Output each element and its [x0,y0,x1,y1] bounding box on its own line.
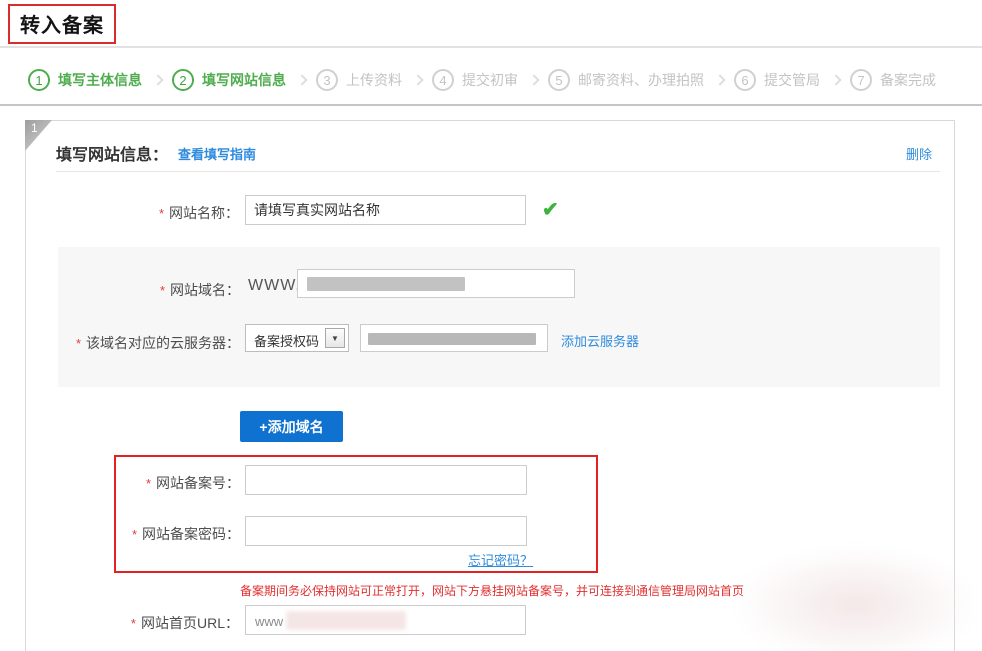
blurred-watermark [738,549,973,651]
chevron-right-icon [296,74,307,85]
step-number-badge: 4 [432,69,454,91]
label-text: 网站名称： [169,205,239,221]
domain-www-prefix: WWW. [248,277,301,295]
filing-number-label: * 网站备案号： [116,473,240,493]
forgot-password-link[interactable]: 忘记密码？ [468,550,533,569]
filing-password-input[interactable] [245,516,527,546]
step-4-submit-first-review: 4 提交初审 [432,69,518,91]
chevron-right-icon [412,74,423,85]
delete-link[interactable]: 删除 [906,144,932,163]
filing-notice-text: 备案期间务必保持网站可正常打开，网站下方悬挂网站备案号，并可连接到通信管理局网站… [240,582,744,599]
required-asterisk: * [131,616,136,631]
redacted-domain-value [307,277,465,291]
homepage-url-input[interactable]: www [245,605,526,635]
chevron-right-icon [528,74,539,85]
step-label: 提交管局 [764,70,820,90]
label-text: 网站首页URL： [141,615,239,631]
step-number-badge: 7 [850,69,872,91]
domain-server-section: * 网站域名： WWW. * 该域名对应的云服务器： 备案授权码 ▼ 添加云服务器 [58,247,940,387]
cloud-server-label: * 该域名对应的云服务器： [58,333,240,353]
page-title: 转入备案 [8,4,116,44]
redacted-url-value [286,611,406,630]
panel-heading: 填写网站信息： [56,141,168,165]
step-label: 提交初审 [462,70,518,90]
chevron-right-icon [714,74,725,85]
server-type-select[interactable]: 备案授权码 ▼ [245,324,349,352]
step-6-submit-authority: 6 提交管局 [734,69,820,91]
step-number-badge: 3 [316,69,338,91]
arrow-glyph: ▼ [331,334,339,343]
step-number-badge: 5 [548,69,570,91]
stepper-divider [0,104,982,106]
filing-progress-stepper: 1 填写主体信息 2 填写网站信息 3 上传资料 4 提交初审 5 邮寄资料、办… [28,63,936,97]
step-7-filing-complete: 7 备案完成 [850,69,936,91]
url-www-text: www [255,614,283,629]
step-5-mail-materials-photo: 5 邮寄资料、办理拍照 [548,69,704,91]
step-label: 备案完成 [880,70,936,90]
chevron-right-icon [830,74,841,85]
step-number-badge: 2 [172,69,194,91]
step-2-fill-website-info: 2 填写网站信息 [172,69,286,91]
select-selected-value: 备案授权码 [254,331,319,350]
step-label: 邮寄资料、办理拍照 [578,70,704,90]
label-text: 网站域名： [170,282,240,298]
required-asterisk: * [146,476,151,491]
site-name-input[interactable] [245,195,526,225]
required-asterisk: * [76,336,81,351]
step-label: 填写主体信息 [58,70,142,90]
filing-password-label: * 网站备案密码： [116,524,240,544]
homepage-url-label: * 网站首页URL： [26,613,239,633]
label-text: 网站备案密码： [142,526,240,542]
filing-number-input[interactable] [245,465,527,495]
redacted-authorization-code [368,333,536,345]
step-number-badge: 1 [28,69,50,91]
required-asterisk: * [159,206,164,221]
step-label: 填写网站信息 [202,70,286,90]
step-label: 上传资料 [346,70,402,90]
domain-label: * 网站域名： [58,280,240,300]
domain-input[interactable] [297,269,575,298]
panel-index-badge: 1 [25,120,52,151]
label-text: 该域名对应的云服务器： [86,335,240,351]
title-divider [0,46,982,48]
valid-check-icon: ✔ [542,197,559,222]
required-asterisk: * [160,283,165,298]
step-number-badge: 6 [734,69,756,91]
add-cloud-server-link[interactable]: 添加云服务器 [561,331,639,350]
required-asterisk: * [132,527,137,542]
panel-header-divider [56,171,940,172]
dropdown-arrow-icon[interactable]: ▼ [325,328,345,348]
authorization-code-input[interactable] [360,324,548,352]
chevron-right-icon [152,74,163,85]
filing-credentials-highlight-box: * 网站备案号： * 网站备案密码： 忘记密码？ [114,455,598,573]
step-1-fill-subject-info: 1 填写主体信息 [28,69,142,91]
label-text: 网站备案号： [156,475,240,491]
website-info-panel: 1 填写网站信息： 查看填写指南 删除 * 网站名称： ✔ * 网站域名： WWW.… [25,120,955,651]
add-domain-button[interactable]: +添加域名 [240,411,343,442]
step-3-upload-materials: 3 上传资料 [316,69,402,91]
site-name-label: * 网站名称： [26,203,239,223]
view-fill-guide-link[interactable]: 查看填写指南 [178,144,256,163]
transfer-filing-page: 转入备案 1 填写主体信息 2 填写网站信息 3 上传资料 4 提交初审 5 邮… [0,0,982,651]
